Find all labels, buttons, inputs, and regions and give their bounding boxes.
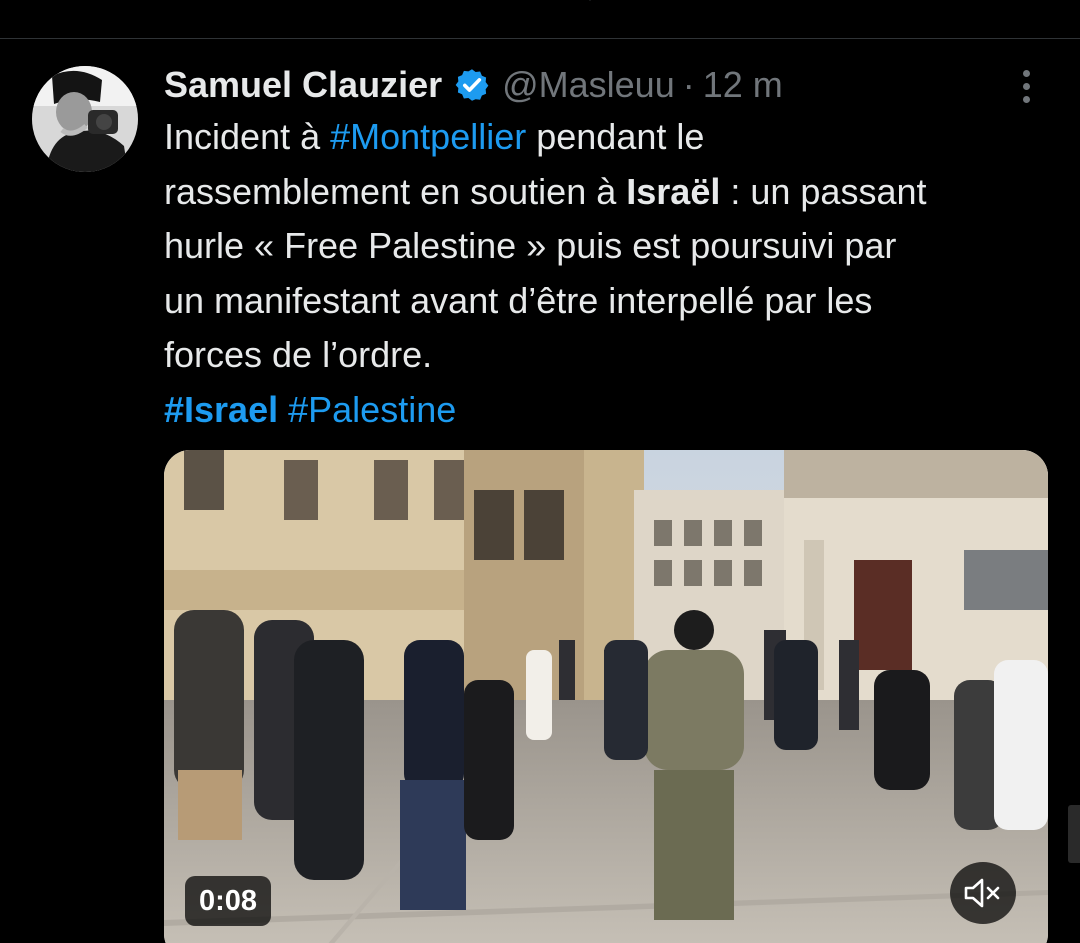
tweet-text-segment: : un passant [720,170,927,212]
tweet-text-line: forces de l’ordre. [164,328,1064,383]
tweet-text-segment: un manifestant avant d’être interpellé p… [164,279,873,321]
tweet-text-segment [278,389,288,430]
share-icon[interactable] [986,0,1016,4]
tweet-text-line: hurle « Free Palestine » puis est poursu… [164,219,1064,274]
video-thumbnail[interactable] [164,450,1048,943]
reply-icon[interactable] [176,0,206,4]
tweet-text-segment: pendant le [526,116,705,157]
hashtag-link[interactable]: #Montpellier [330,116,526,157]
video-duration: 0:08 [185,876,271,926]
tweet-timestamp[interactable]: 12 m [703,64,783,106]
more-options-icon[interactable] [1016,70,1036,106]
author-handle[interactable]: @Masleuu [502,64,675,106]
author-name[interactable]: Samuel Clauzier [164,64,442,106]
divider [0,38,1080,39]
scroll-indicator[interactable] [1068,805,1080,863]
header-separator: · [682,64,695,105]
tweet-text-line: un manifestant avant d’être interpellé p… [164,274,1064,329]
tweet-text-segment: forces de l’ordre. [164,334,433,375]
tweet-text-segment: Incident à [164,116,331,157]
tweet-text-line: rassemblement en soutien à Israël : un p… [164,165,1064,220]
tweet-text-segment: Israël [626,170,721,212]
views-icon[interactable] [776,0,806,4]
tweet-text-line: #Israel #Palestine [164,383,1064,438]
avatar[interactable] [32,66,138,172]
tweet-text-segment: rassemblement en soutien à [164,170,627,212]
hashtag-link[interactable]: #Israel [164,389,278,430]
hashtag-link[interactable]: #Palestine [288,389,456,430]
verified-badge-icon [455,69,489,101]
tweet-text-line: Incident à #Montpellier pendant le [164,110,1064,165]
like-icon[interactable] [576,0,606,4]
previous-tweet-actions [0,0,1080,38]
volume-muted-icon[interactable] [950,862,1016,924]
tweet-text-segment: hurle « Free Palestine » puis est poursu… [164,225,897,266]
tweet-page: Samuel Clauzier @Masleuu · 12 m Incident… [0,0,1080,943]
tweet-text: Incident à #Montpellier pendant le rassem… [164,110,1064,437]
tweet-header: Samuel Clauzier @Masleuu · 12 m [164,62,783,108]
retweet-icon[interactable] [374,0,404,4]
